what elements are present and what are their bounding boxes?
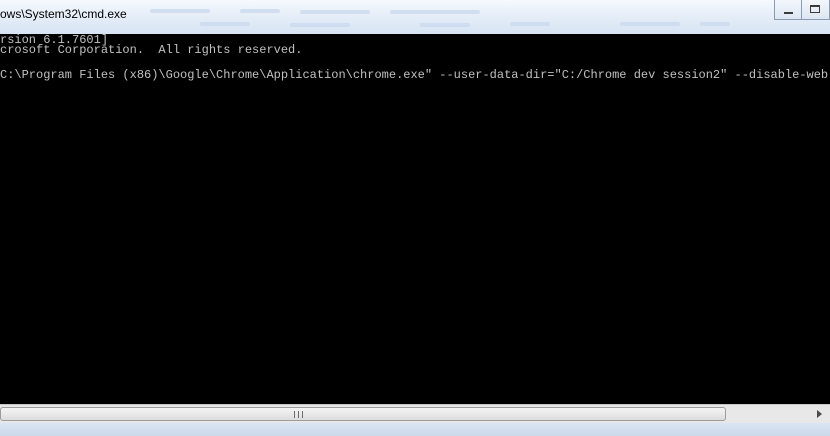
arrow-right-icon[interactable]	[812, 407, 826, 421]
scrollbar-thumb[interactable]	[0, 407, 726, 421]
console-line-command: C:\Program Files (x86)\Google\Chrome\App…	[0, 68, 830, 82]
background-blur	[620, 22, 680, 26]
horizontal-scrollbar[interactable]	[0, 404, 830, 423]
background-blur	[390, 10, 480, 14]
background-blur	[420, 23, 470, 27]
minimize-icon	[784, 12, 793, 14]
console-line-copyright: crosoft Corporation. All rights reserved…	[0, 43, 303, 57]
grip-icon	[294, 411, 303, 418]
background-blur	[150, 9, 210, 13]
window-title: ows\System32\cmd.exe	[0, 7, 127, 21]
maximize-icon	[810, 5, 820, 13]
title-bar[interactable]: ows\System32\cmd.exe	[0, 0, 830, 34]
background-blur	[300, 10, 370, 14]
maximize-button[interactable]	[802, 0, 830, 20]
background-blur	[700, 22, 730, 26]
background-blur	[200, 22, 250, 26]
console-output[interactable]: rsion 6.1.7601] crosoft Corporation. All…	[0, 34, 830, 404]
window-controls	[774, 0, 830, 22]
background-blur	[510, 22, 550, 26]
background-blur	[290, 23, 350, 27]
minimize-button[interactable]	[774, 0, 802, 20]
background-blur	[240, 9, 280, 13]
window-bottom-border	[0, 423, 830, 436]
cmd-window: ows\System32\cmd.exe rsion 6.1.7601] cro…	[0, 0, 830, 436]
